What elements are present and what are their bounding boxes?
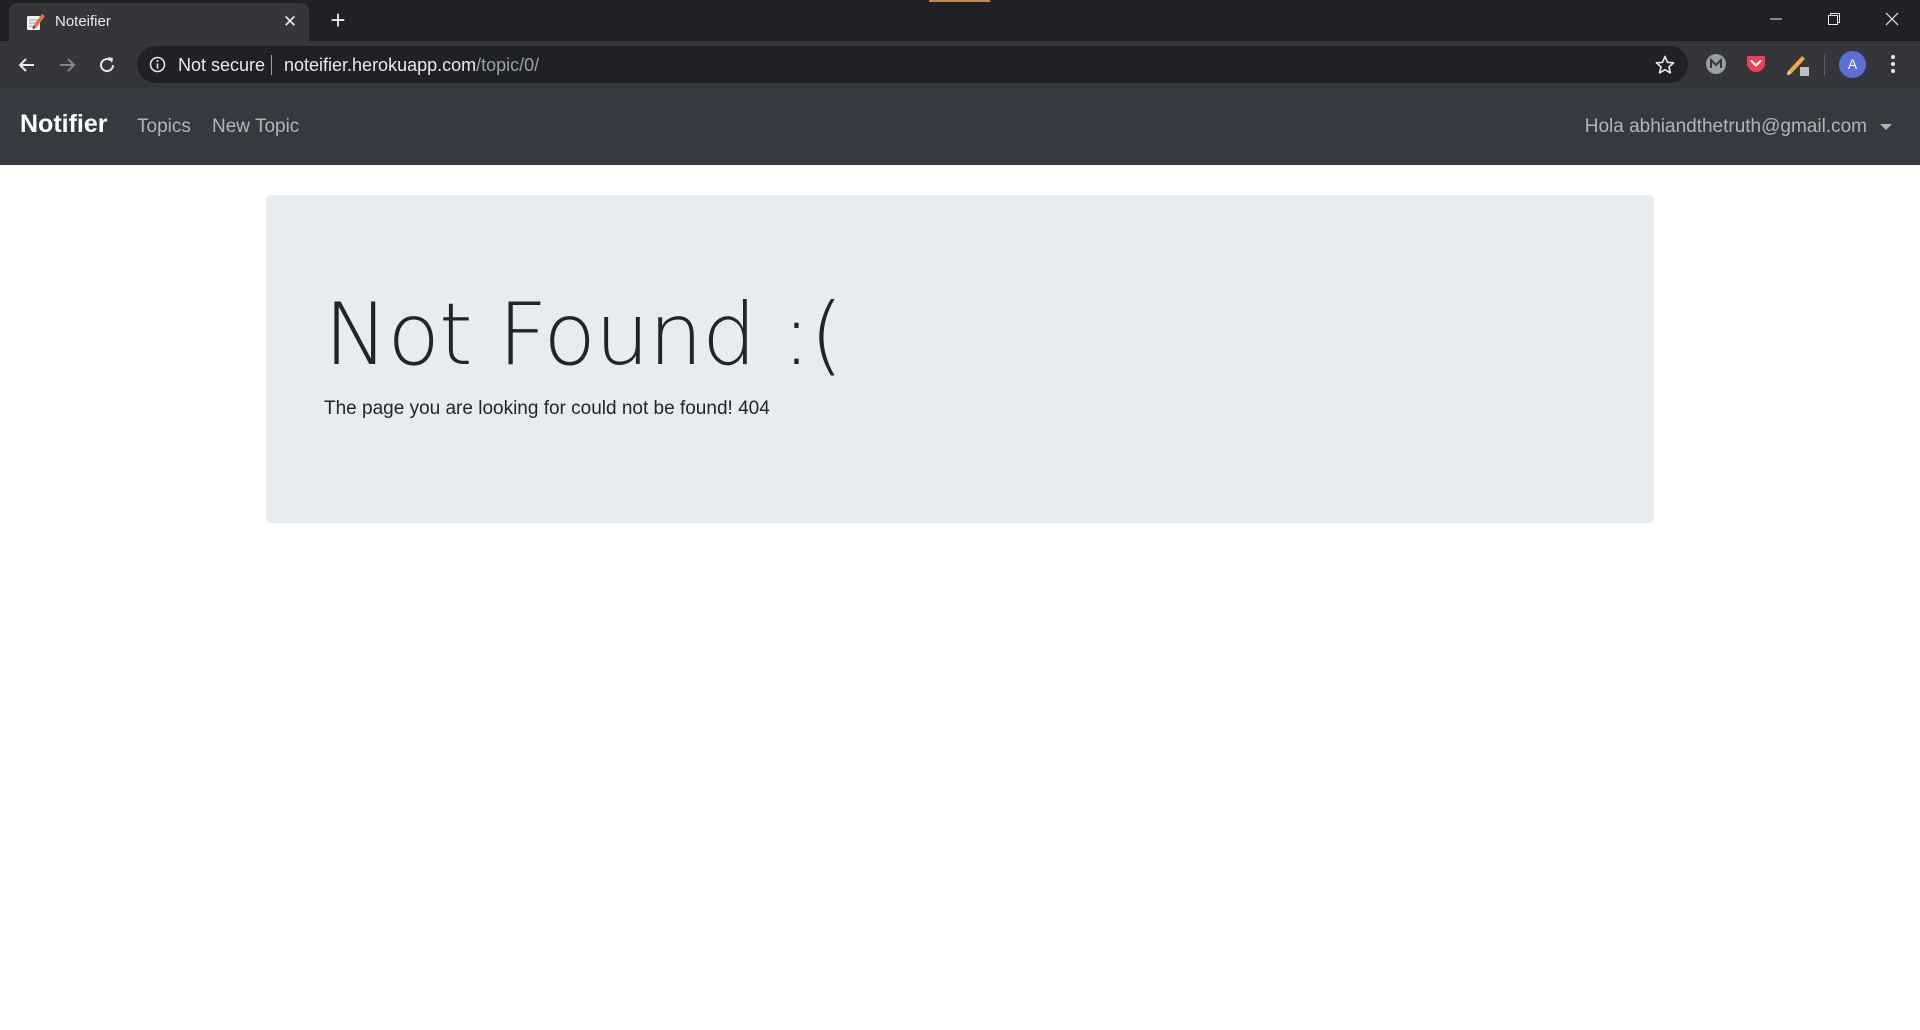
url-host: noteifier.herokuapp.com (284, 55, 477, 75)
window-close-icon[interactable] (1864, 0, 1920, 38)
nav-link-new-topic[interactable]: New Topic (212, 116, 299, 138)
nav-link-topics[interactable]: Topics (137, 116, 191, 138)
bookmark-star-icon[interactable] (1654, 54, 1676, 76)
url-text[interactable]: noteifier.herokuapp.com/topic/0/ (284, 55, 539, 76)
not-found-jumbotron: Not Found :( The page you are looking fo… (266, 195, 1654, 523)
tab-close-icon[interactable]: ✕ (280, 12, 300, 32)
browser-tab[interactable]: Noteifier ✕ (9, 3, 309, 41)
browser-menu-icon[interactable] (1880, 51, 1906, 77)
back-icon[interactable] (14, 52, 40, 78)
url-path: /topic/0/ (476, 55, 540, 75)
pen-extension-icon[interactable] (1784, 51, 1810, 77)
address-bar[interactable]: Not secure noteifier.herokuapp.com/topic… (137, 46, 1688, 83)
restore-icon[interactable] (1806, 0, 1862, 38)
notepad-pen-icon (27, 14, 45, 30)
omnibox-divider (271, 55, 272, 75)
user-greeting: Hola abhiandthetruth@gmail.com (1584, 116, 1867, 137)
toolbar-separator (1824, 55, 1825, 75)
app-navbar: Notifier Topics New Topic Hola abhiandth… (0, 88, 1920, 165)
browser-toolbar: Not secure noteifier.herokuapp.com/topic… (0, 41, 1920, 88)
tabstrip-accent (929, 0, 990, 2)
security-label[interactable]: Not secure (178, 55, 265, 76)
error-message: The page you are looking for could not b… (324, 398, 770, 419)
minimize-icon[interactable] (1748, 0, 1804, 38)
info-icon[interactable] (149, 56, 166, 73)
browser-tabstrip: Noteifier ✕ + (0, 0, 1920, 41)
caret-down-icon (1880, 124, 1892, 130)
page-title: Not Found :( (324, 285, 843, 385)
reload-icon[interactable] (94, 52, 120, 78)
tab-title: Noteifier (55, 13, 111, 30)
new-tab-icon[interactable]: + (326, 7, 350, 33)
profile-avatar[interactable]: A (1839, 51, 1866, 78)
user-dropdown[interactable]: Hola abhiandthetruth@gmail.com (1585, 116, 1892, 138)
pocket-icon[interactable] (1743, 51, 1769, 77)
forward-icon[interactable] (54, 52, 80, 78)
navbar-brand[interactable]: Notifier (20, 110, 108, 139)
m-extension-icon[interactable] (1703, 51, 1729, 77)
